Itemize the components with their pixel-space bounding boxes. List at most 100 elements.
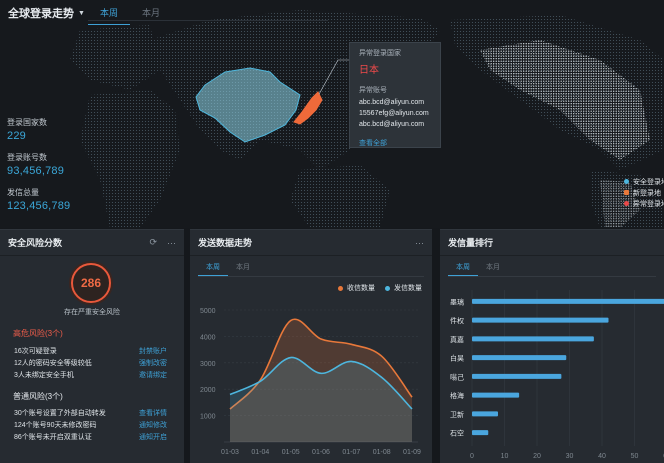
stat-value: 229 [7, 130, 26, 142]
legend-label: 异常登录地 [633, 200, 664, 208]
x-tick-label: 30 [566, 453, 574, 460]
x-tick-label: 10 [501, 453, 509, 460]
x-tick-label: 50 [631, 453, 639, 460]
view-all-link[interactable]: 查看全部 [359, 138, 431, 148]
tab-this-month[interactable]: 本月 [130, 4, 172, 25]
popup-account: 15567efg@aliyun.com [359, 110, 429, 117]
normal-risk-title: 普通风险(3个) [13, 392, 63, 401]
y-tick-label: 2000 [200, 387, 216, 394]
bar [472, 392, 520, 398]
legend-dot [624, 179, 629, 184]
list-item: 124个账号90天未修改密码 通知修改 [0, 419, 184, 431]
list-item: 30个账号设置了外部自动转发 查看详情 [0, 407, 184, 419]
risk-score-panel: 安全风险分数 ⟳ ··· 286 存在严重安全风险 高危风险(3个) 16次可疑… [0, 229, 184, 463]
panel-title: 发信量排行 [448, 238, 494, 248]
risk-action-link[interactable]: 封禁账户 [139, 346, 167, 356]
risk-action-link[interactable]: 通知开启 [139, 432, 167, 442]
risk-text: 30个账号设置了外部自动转发 [14, 410, 106, 417]
bar [472, 317, 609, 323]
legend-label: 安全登录地 [633, 178, 664, 186]
list-item: 16次可疑登录 封禁账户 [0, 345, 184, 357]
map-legend: 安全登录地 新登录地 异常登录地 [624, 176, 664, 209]
x-tick-label: 01-06 [312, 449, 330, 456]
list-item: 12人的密码安全等级较低 强制改密 [0, 357, 184, 369]
risk-text: 12人的密码安全等级较低 [14, 360, 92, 367]
popup-country: 日本 [359, 65, 379, 76]
bar [472, 373, 562, 379]
caret-down-icon[interactable]: ▼ [78, 10, 85, 17]
list-item: 86个账号未开启双重认证 通知开启 [0, 431, 184, 443]
world-map-section: 全球登录走势 ▼ 本周 本月 登录国家数 229 登录账号数 93,456,78… [0, 0, 664, 228]
stat-login-countries: 登录国家数 229 [7, 117, 47, 142]
bar [472, 411, 498, 417]
x-tick-label: 20 [533, 453, 541, 460]
legend-dot [624, 190, 629, 195]
tab-this-week[interactable]: 本周 [88, 4, 131, 25]
risk-action-link[interactable]: 邀请绑定 [139, 370, 167, 380]
risk-score-gauge: 286 [71, 263, 111, 303]
risk-action-link[interactable]: 查看详情 [139, 408, 167, 418]
x-tick-label: 40 [598, 453, 606, 460]
x-tick-label: 01-05 [282, 449, 300, 456]
category-label: 墨璃 [450, 297, 464, 306]
stat-value: 93,456,789 [7, 165, 65, 177]
trend-chart[interactable]: 1000 2000 3000 4000 5000 01-03 01-04 01-05 01-06… [190, 256, 432, 463]
stat-label: 发信总量 [7, 188, 39, 197]
x-tick-label: 0 [470, 453, 474, 460]
bar [472, 298, 664, 304]
stat-value: 123,456,789 [7, 200, 71, 212]
category-label: 石空 [450, 429, 464, 438]
popup-account: abc.bcd@aliyun.com [359, 99, 425, 106]
more-icon[interactable]: ··· [167, 238, 176, 248]
bar [472, 355, 567, 361]
panel-header: 安全风险分数 ⟳ ··· [0, 230, 184, 256]
x-tick-label: 01-03 [221, 449, 239, 456]
send-ranking-panel: 发信量排行 本周 本月 0102030405060墨璃件权真嘉白昊嗡己格海卫新石… [440, 229, 664, 463]
high-risk-title: 高危风险(3个) [13, 329, 63, 338]
send-trend-panel: 发送数据走势 ··· 本周 本月 收信数量 发信数量 1000 2000 3000 4… [190, 229, 432, 463]
bar [472, 336, 594, 342]
risk-text: 86个账号未开启双重认证 [14, 434, 92, 441]
popup-accounts-label: 异常账号 [359, 87, 387, 94]
map-title[interactable]: 全球登录走势 ▼ [8, 5, 85, 21]
legend-item-abnormal: 异常登录地 [624, 198, 664, 209]
bar [472, 430, 489, 436]
risk-action-link[interactable]: 强制改密 [139, 358, 167, 368]
popup-account: abc.bcd@aliyun.com [359, 121, 425, 128]
y-tick-label: 4000 [200, 334, 216, 341]
panel-header: 发送数据走势 ··· [190, 230, 432, 256]
y-tick-label: 5000 [200, 308, 216, 315]
legend-item-new: 新登录地 [624, 187, 664, 198]
x-tick-label: 01-04 [251, 449, 269, 456]
risk-text: 16次可疑登录 [14, 348, 57, 355]
refresh-icon[interactable]: ⟳ [149, 237, 157, 248]
risk-action-link[interactable]: 通知修改 [139, 420, 167, 430]
panel-title: 安全风险分数 [8, 238, 63, 248]
more-icon[interactable]: ··· [415, 238, 424, 248]
risk-score-label: 存在严重安全风险 [64, 309, 120, 316]
abnormal-login-popup: 异常登录国家 日本 异常账号 abc.bcd@aliyun.com 15567e… [349, 42, 441, 148]
risk-text: 124个账号90天未修改密码 [14, 422, 97, 429]
high-risk-list: 16次可疑登录 封禁账户 12人的密码安全等级较低 强制改密 3人未绑定安全手机… [0, 345, 184, 381]
panel-header: 发信量排行 [440, 230, 664, 256]
world-map[interactable] [0, 0, 664, 228]
y-tick-label: 3000 [200, 361, 216, 368]
popup-title: 异常登录国家 [359, 50, 401, 57]
x-tick-label: 01-07 [342, 449, 360, 456]
map-title-text: 全球登录走势 [8, 8, 74, 20]
legend-item-safe: 安全登录地 [624, 176, 664, 187]
score-area: 286 存在严重安全风险 [0, 256, 184, 318]
category-label: 件权 [450, 316, 464, 325]
normal-risk-list: 30个账号设置了外部自动转发 查看详情 124个账号90天未修改密码 通知修改 … [0, 407, 184, 443]
y-tick-label: 1000 [200, 414, 216, 421]
category-label: 嗡己 [450, 373, 464, 381]
stat-label: 登录国家数 [7, 118, 47, 127]
list-item: 3人未绑定安全手机 邀请绑定 [0, 369, 184, 381]
stat-label: 登录账号数 [7, 153, 47, 162]
stat-total-sent: 发信总量 123,456,789 [7, 187, 70, 212]
category-label: 真嘉 [450, 335, 464, 344]
rank-chart[interactable]: 0102030405060墨璃件权真嘉白昊嗡己格海卫新石空 [440, 256, 664, 463]
map-tabs: 本周 本月 [88, 4, 172, 25]
panel-title: 发送数据走势 [198, 238, 253, 248]
category-label: 白昊 [450, 354, 464, 363]
